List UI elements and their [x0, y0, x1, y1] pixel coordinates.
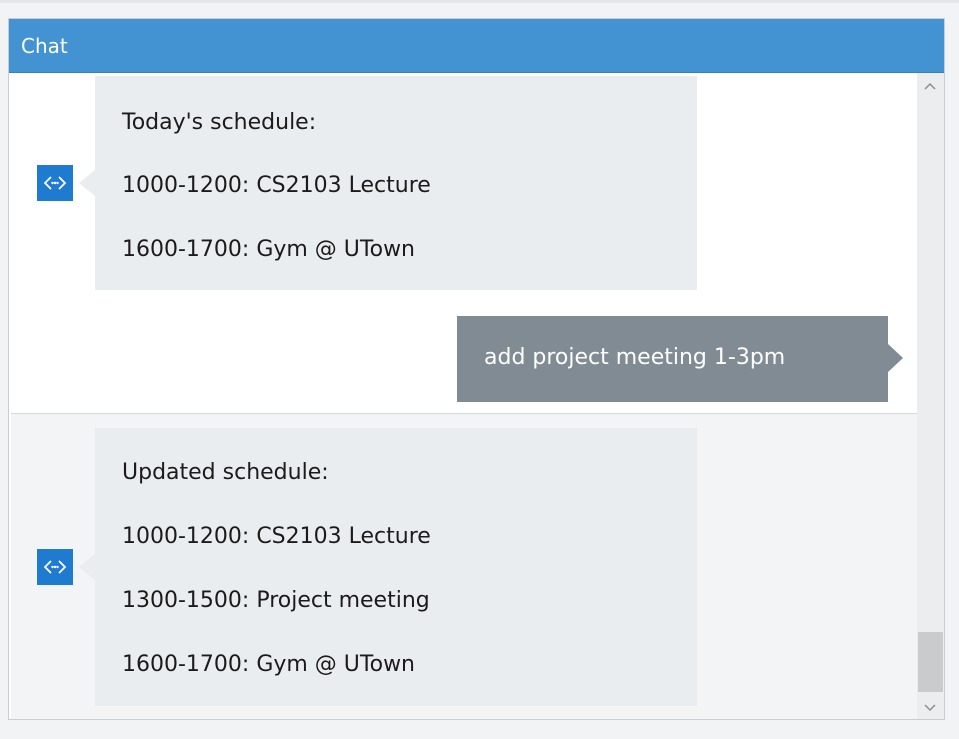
chevron-up-icon[interactable]: [923, 79, 937, 93]
message-line: add project meeting 1-3pm: [484, 345, 786, 370]
bot-icon: [43, 176, 67, 190]
bubble-tail: [888, 344, 903, 372]
bot-message-bubble: Today's schedule: 1000-1200: CS2103 Lect…: [95, 76, 697, 290]
vertical-scrollbar[interactable]: [917, 73, 944, 719]
message-line: Updated schedule:: [122, 460, 329, 485]
bot-avatar: [37, 165, 73, 201]
message-line: 1000-1200: CS2103 Lecture: [122, 524, 431, 549]
bot-icon: [43, 560, 67, 574]
top-border: [0, 0, 959, 3]
chat-panel: Chat Today's schedule: 1000-1200: CS2103…: [8, 18, 945, 720]
message-list[interactable]: Today's schedule: 1000-1200: CS2103 Lect…: [9, 73, 917, 719]
message-line: 1600-1700: Gym @ UTown: [122, 652, 416, 677]
bot-avatar: [37, 549, 73, 585]
message-line: Today's schedule:: [122, 110, 317, 135]
bot-message-bubble: Updated schedule: 1000-1200: CS2103 Lect…: [95, 428, 697, 706]
message-line: 1000-1200: CS2103 Lecture: [122, 173, 431, 198]
chevron-down-icon[interactable]: [923, 701, 937, 715]
scroll-thumb[interactable]: [918, 632, 943, 692]
bubble-tail: [79, 554, 95, 580]
user-message-bubble: add project meeting 1-3pm: [457, 316, 888, 402]
message-line: 1300-1500: Project meeting: [122, 588, 430, 613]
chat-header: Chat: [9, 19, 944, 73]
bubble-tail: [79, 170, 95, 196]
message-line: 1600-1700: Gym @ UTown: [122, 237, 416, 262]
chat-title: Chat: [21, 34, 68, 58]
message-row-selected[interactable]: Updated schedule: 1000-1200: CS2103 Lect…: [11, 413, 917, 719]
